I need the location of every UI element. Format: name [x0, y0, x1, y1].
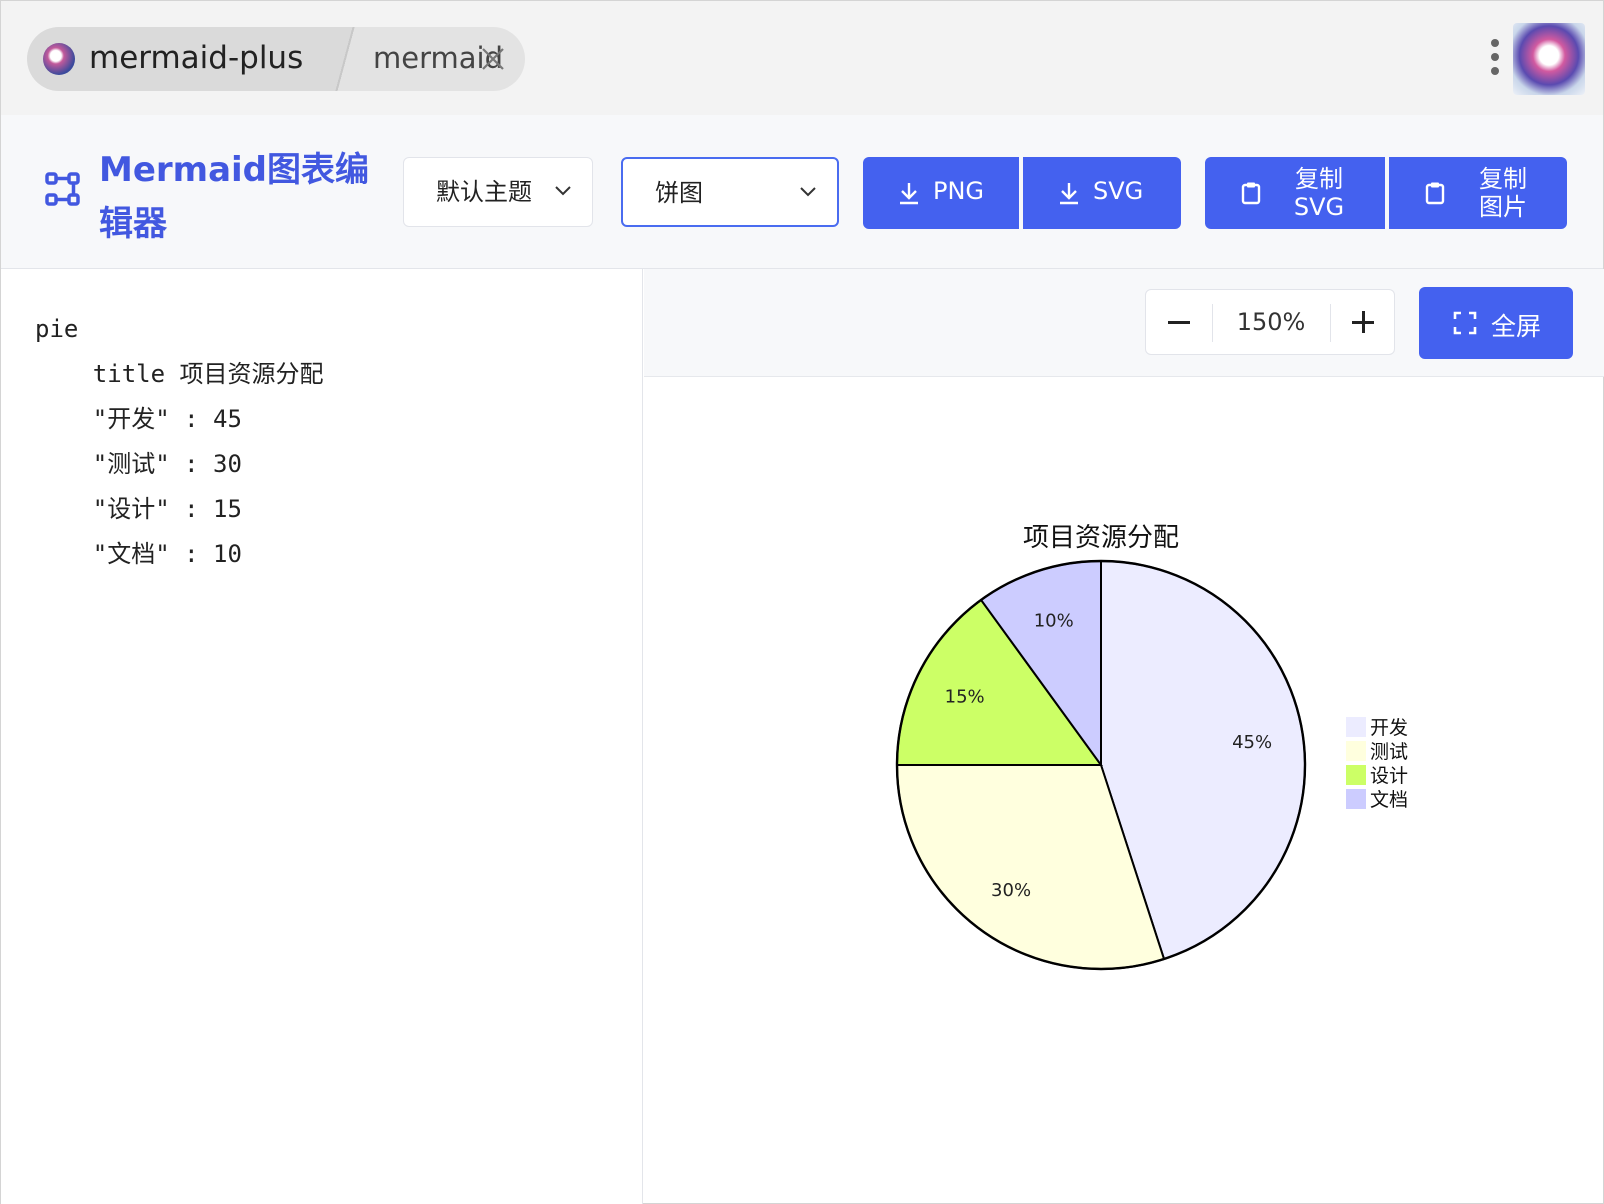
- copy-svg-label-line1: 复制: [1295, 165, 1343, 193]
- code-line: "测试" : 30: [35, 450, 242, 478]
- legend-swatch: [1346, 717, 1366, 737]
- tab-label: mermaid-plus: [89, 40, 304, 76]
- toolbar: Mermaid图表编辑器 默认主题 饼图 PNG SVG 复制 SVG 复制 图…: [1, 115, 1603, 269]
- fullscreen-button[interactable]: 全屏: [1419, 287, 1573, 359]
- zoom-control: 150%: [1145, 289, 1395, 355]
- legend-label: 文档: [1370, 789, 1408, 811]
- zoom-level: 150%: [1236, 308, 1306, 336]
- code-line: "设计" : 15: [35, 495, 242, 523]
- zoom-out-button[interactable]: [1146, 290, 1212, 354]
- theme-select[interactable]: 默认主题: [403, 157, 593, 227]
- app-window: mermaid-plus mermaid Mermaid图表编辑器 默认主题 饼…: [0, 0, 1604, 1204]
- code-content[interactable]: pie title 项目资源分配 "开发" : 45 "测试" : 30 "设计…: [35, 307, 324, 577]
- clipboard-icon: [1241, 182, 1261, 205]
- code-line: pie: [35, 315, 79, 343]
- chevron-down-icon: [800, 187, 816, 197]
- diagram-icon: [45, 172, 80, 206]
- more-options-icon[interactable]: [1489, 39, 1501, 81]
- tab-separator: [327, 27, 363, 91]
- chart-title: 项目资源分配: [1023, 523, 1179, 553]
- download-svg-button[interactable]: SVG: [1023, 157, 1181, 229]
- legend-swatch: [1346, 765, 1366, 785]
- copy-image-label-line1: 复制: [1479, 165, 1527, 193]
- slice-label: 15%: [945, 687, 985, 708]
- app-title: Mermaid图表编辑器: [99, 150, 370, 244]
- copy-image-label: 复制 图片: [1473, 165, 1533, 221]
- fullscreen-label: 全屏: [1491, 312, 1542, 341]
- download-icon: [900, 183, 918, 205]
- code-line: title 项目资源分配: [35, 360, 324, 388]
- legend-label: 设计: [1370, 765, 1408, 787]
- code-editor[interactable]: pie title 项目资源分配 "开发" : 45 "测试" : 30 "设计…: [1, 269, 643, 1204]
- copy-image-button[interactable]: 复制 图片: [1389, 157, 1567, 229]
- download-svg-label: SVG: [1093, 177, 1144, 205]
- copy-svg-label-line2: SVG: [1293, 193, 1345, 221]
- chart-type-select[interactable]: 饼图: [621, 157, 839, 227]
- zoom-in-button[interactable]: [1330, 290, 1396, 354]
- copy-svg-button[interactable]: 复制 SVG: [1205, 157, 1385, 229]
- clipboard-icon: [1425, 182, 1445, 205]
- download-png-label: PNG: [933, 177, 985, 205]
- slice-label: 10%: [1034, 610, 1074, 631]
- tab-mermaid-plus[interactable]: mermaid-plus: [27, 27, 327, 91]
- legend-swatch: [1346, 789, 1366, 809]
- copy-image-label-line2: 图片: [1479, 193, 1527, 221]
- slice-label: 30%: [991, 880, 1031, 901]
- chart-type-select-value: 饼图: [655, 179, 703, 207]
- download-icon: [1060, 183, 1078, 205]
- copy-svg-label: 复制 SVG: [1289, 165, 1349, 221]
- fullscreen-icon: [1453, 311, 1477, 335]
- chart-preview: 项目资源分配 45% 30% 15% 10% 开发 测试 设计 文档: [644, 378, 1604, 1204]
- legend-swatch: [1346, 741, 1366, 761]
- download-png-button[interactable]: PNG: [863, 157, 1019, 229]
- chevron-down-icon: [555, 186, 571, 196]
- title-bar: mermaid-plus mermaid: [1, 1, 1603, 115]
- avatar[interactable]: [1513, 23, 1585, 95]
- code-line: "文档" : 10: [35, 540, 242, 568]
- close-icon[interactable]: [479, 45, 507, 73]
- tab-group: mermaid-plus mermaid: [27, 27, 525, 91]
- code-line: "开发" : 45: [35, 405, 242, 433]
- pie-chart: 项目资源分配 45% 30% 15% 10% 开发测试设计文档: [895, 523, 1408, 971]
- app-favicon-icon: [43, 43, 75, 75]
- theme-select-value: 默认主题: [436, 178, 532, 206]
- legend-label: 测试: [1370, 741, 1408, 763]
- legend-label: 开发: [1370, 717, 1408, 739]
- slice-label: 45%: [1232, 732, 1272, 753]
